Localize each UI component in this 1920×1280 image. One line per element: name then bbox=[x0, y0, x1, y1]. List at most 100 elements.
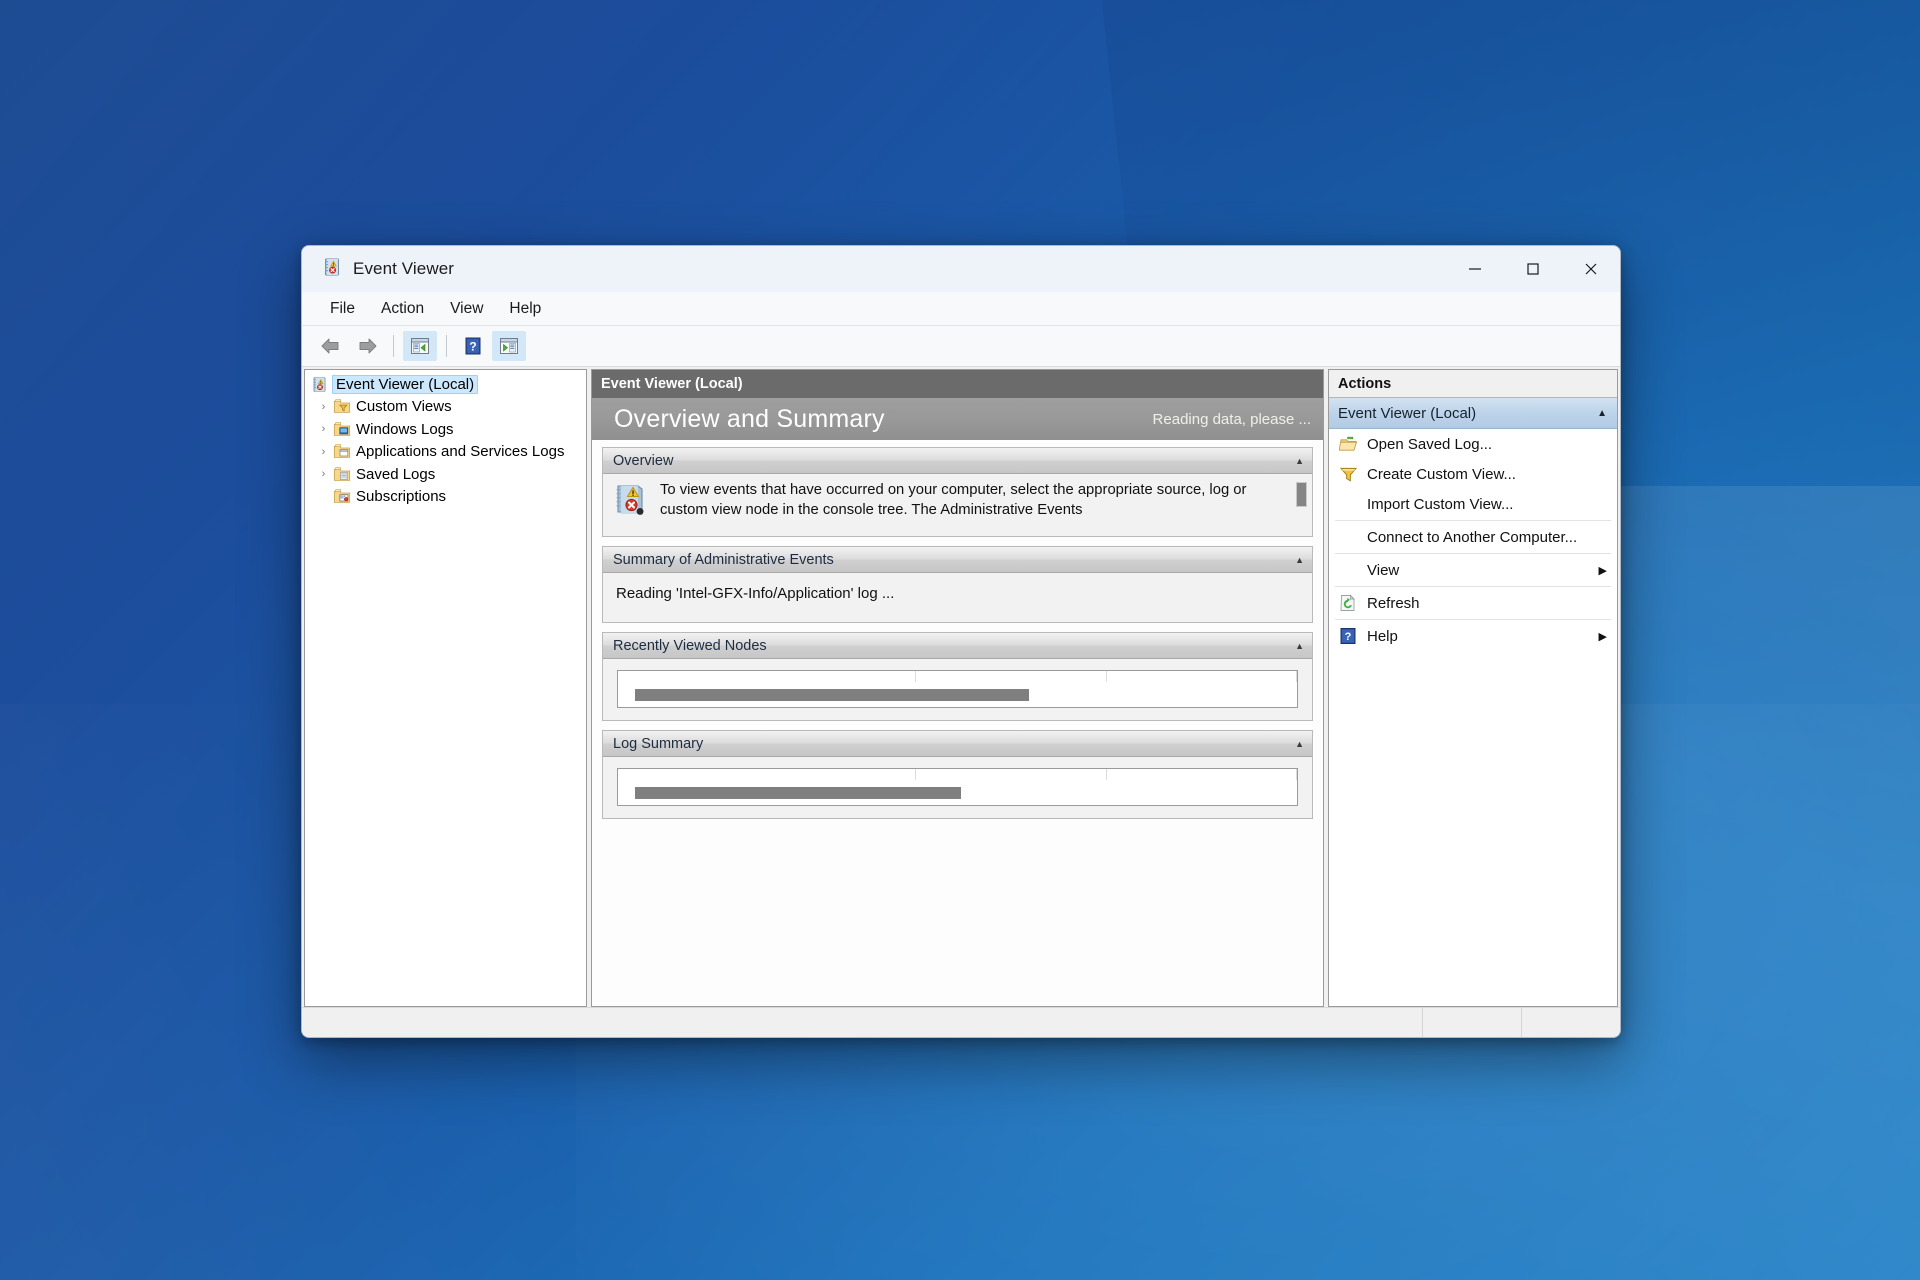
action-label: Refresh bbox=[1367, 594, 1420, 612]
event-viewer-icon bbox=[322, 257, 342, 282]
section-recently-viewed-header[interactable]: Recently Viewed Nodes ▲ bbox=[603, 633, 1312, 659]
chevron-right-icon[interactable]: › bbox=[315, 446, 332, 458]
actions-separator bbox=[1335, 586, 1611, 587]
section-summary-header[interactable]: Summary of Administrative Events ▲ bbox=[603, 547, 1312, 573]
submenu-arrow-icon: ▶ bbox=[1598, 630, 1607, 643]
section-overview-header[interactable]: Overview ▲ bbox=[603, 448, 1312, 474]
actions-separator bbox=[1335, 553, 1611, 554]
listbox-column-headers bbox=[618, 769, 1297, 780]
menu-bar: File Action View Help bbox=[302, 292, 1620, 326]
listbox-column[interactable] bbox=[1107, 769, 1297, 780]
section-title: Overview bbox=[613, 452, 674, 469]
log-summary-listbox[interactable] bbox=[617, 768, 1298, 806]
help-button[interactable]: ? bbox=[456, 331, 490, 361]
section-log-summary-body bbox=[603, 757, 1312, 818]
listbox-column[interactable] bbox=[618, 769, 917, 780]
console-tree-pane[interactable]: Event Viewer (Local) › Custom Views › Wi… bbox=[304, 369, 587, 1007]
listbox-column[interactable] bbox=[916, 769, 1107, 780]
listbox-column[interactable] bbox=[916, 671, 1107, 682]
status-bar-cell-1 bbox=[1422, 1008, 1521, 1037]
section-title: Summary of Administrative Events bbox=[613, 551, 834, 568]
actions-pane-title: Actions bbox=[1329, 370, 1617, 398]
section-log-summary: Log Summary ▲ bbox=[602, 730, 1313, 819]
actions-pane: Actions Event Viewer (Local) ▲ Open Save… bbox=[1328, 369, 1618, 1007]
action-view[interactable]: View ▶ bbox=[1329, 555, 1617, 585]
svg-text:?: ? bbox=[469, 339, 476, 353]
recently-viewed-listbox[interactable] bbox=[617, 670, 1298, 708]
section-overview: Overview ▲ To view events that have occu… bbox=[602, 447, 1313, 537]
subscriptions-folder-icon bbox=[332, 488, 352, 505]
tree-node-label: Subscriptions bbox=[356, 488, 447, 506]
custom-views-folder-icon bbox=[332, 398, 352, 415]
menu-help[interactable]: Help bbox=[498, 297, 552, 321]
status-bar-cell-2 bbox=[1521, 1008, 1620, 1037]
action-open-saved-log[interactable]: Open Saved Log... bbox=[1329, 429, 1617, 459]
menu-file[interactable]: File bbox=[319, 297, 366, 321]
tree-node-custom-views[interactable]: › Custom Views bbox=[305, 396, 586, 419]
listbox-column-headers bbox=[618, 671, 1297, 682]
summary-status-text: Reading 'Intel-GFX-Info/Application' log… bbox=[616, 585, 895, 602]
title-bar[interactable]: Event Viewer bbox=[302, 246, 1620, 292]
listbox-column[interactable] bbox=[618, 671, 917, 682]
actions-group-header[interactable]: Event Viewer (Local) ▲ bbox=[1329, 398, 1617, 429]
show-hide-action-pane-button[interactable] bbox=[492, 331, 526, 361]
tree-node-applications-and-services-logs[interactable]: › Applications and Services Logs bbox=[305, 441, 586, 464]
overview-scrollbar-thumb[interactable] bbox=[1296, 482, 1307, 507]
back-button[interactable] bbox=[314, 331, 348, 361]
toolbar: ? bbox=[302, 326, 1620, 367]
actions-group-label: Event Viewer (Local) bbox=[1338, 404, 1477, 422]
forward-button[interactable] bbox=[350, 331, 384, 361]
chevron-right-icon[interactable]: › bbox=[315, 468, 332, 480]
close-button[interactable] bbox=[1562, 246, 1620, 292]
tree-node-label: Saved Logs bbox=[356, 465, 436, 483]
action-help[interactable]: ? Help ▶ bbox=[1329, 621, 1617, 651]
submenu-arrow-icon: ▶ bbox=[1598, 564, 1607, 577]
chevron-up-icon[interactable]: ▲ bbox=[1295, 641, 1304, 651]
section-summary-of-administrative-events: Summary of Administrative Events ▲ Readi… bbox=[602, 546, 1313, 623]
section-recently-viewed-nodes: Recently Viewed Nodes ▲ bbox=[602, 632, 1313, 721]
action-create-custom-view[interactable]: Create Custom View... bbox=[1329, 459, 1617, 489]
action-label: Open Saved Log... bbox=[1367, 435, 1493, 453]
chevron-up-icon[interactable]: ▲ bbox=[1597, 408, 1607, 419]
action-import-custom-view[interactable]: Import Custom View... bbox=[1329, 489, 1617, 519]
listbox-column[interactable] bbox=[1107, 671, 1297, 682]
action-label: Help bbox=[1367, 627, 1398, 645]
chevron-up-icon[interactable]: ▲ bbox=[1295, 456, 1304, 466]
banner-title: Overview and Summary bbox=[614, 404, 885, 433]
tree-node-event-viewer-local[interactable]: Event Viewer (Local) bbox=[305, 373, 586, 396]
menu-action[interactable]: Action bbox=[370, 297, 435, 321]
recently-viewed-progress-bar bbox=[635, 689, 1029, 701]
action-refresh[interactable]: Refresh bbox=[1329, 588, 1617, 618]
action-label: Import Custom View... bbox=[1367, 495, 1514, 513]
maximize-button[interactable] bbox=[1504, 246, 1562, 292]
minimize-button[interactable] bbox=[1446, 246, 1504, 292]
log-summary-progress-bar bbox=[635, 787, 961, 799]
help-question-icon: ? bbox=[1337, 627, 1359, 645]
show-hide-console-tree-button[interactable] bbox=[403, 331, 437, 361]
tree-node-saved-logs[interactable]: › Saved Logs bbox=[305, 463, 586, 486]
overview-book-icon bbox=[613, 482, 647, 532]
chevron-right-icon[interactable]: › bbox=[315, 423, 332, 435]
window-title: Event Viewer bbox=[353, 259, 455, 278]
chevron-up-icon[interactable]: ▲ bbox=[1295, 555, 1304, 565]
center-pane-body: Overview ▲ To view events that have occu… bbox=[592, 440, 1323, 1006]
svg-text:?: ? bbox=[1345, 631, 1352, 643]
action-label: Create Custom View... bbox=[1367, 465, 1516, 483]
actions-separator bbox=[1335, 520, 1611, 521]
chevron-up-icon[interactable]: ▲ bbox=[1295, 739, 1304, 749]
title-bar-left: Event Viewer bbox=[302, 257, 454, 282]
action-connect-to-another-computer[interactable]: Connect to Another Computer... bbox=[1329, 522, 1617, 552]
overview-scrollbar[interactable] bbox=[1295, 480, 1308, 532]
center-pane-header: Event Viewer (Local) bbox=[592, 370, 1323, 398]
toolbar-separator-2 bbox=[446, 335, 447, 357]
overview-description: To view events that have occurred on you… bbox=[660, 482, 1247, 518]
menu-view[interactable]: View bbox=[439, 297, 494, 321]
chevron-right-icon[interactable]: › bbox=[315, 401, 332, 413]
status-bar bbox=[302, 1007, 1620, 1037]
tree-node-subscriptions[interactable]: Subscriptions bbox=[305, 486, 586, 509]
banner-status-text: Reading data, please ... bbox=[1152, 410, 1311, 428]
tree-node-windows-logs[interactable]: › Windows Logs bbox=[305, 418, 586, 441]
section-log-summary-header[interactable]: Log Summary ▲ bbox=[603, 731, 1312, 757]
status-bar-text bbox=[302, 1008, 1422, 1037]
event-viewer-window: Event Viewer File Action View Help ? Eve… bbox=[301, 245, 1621, 1038]
